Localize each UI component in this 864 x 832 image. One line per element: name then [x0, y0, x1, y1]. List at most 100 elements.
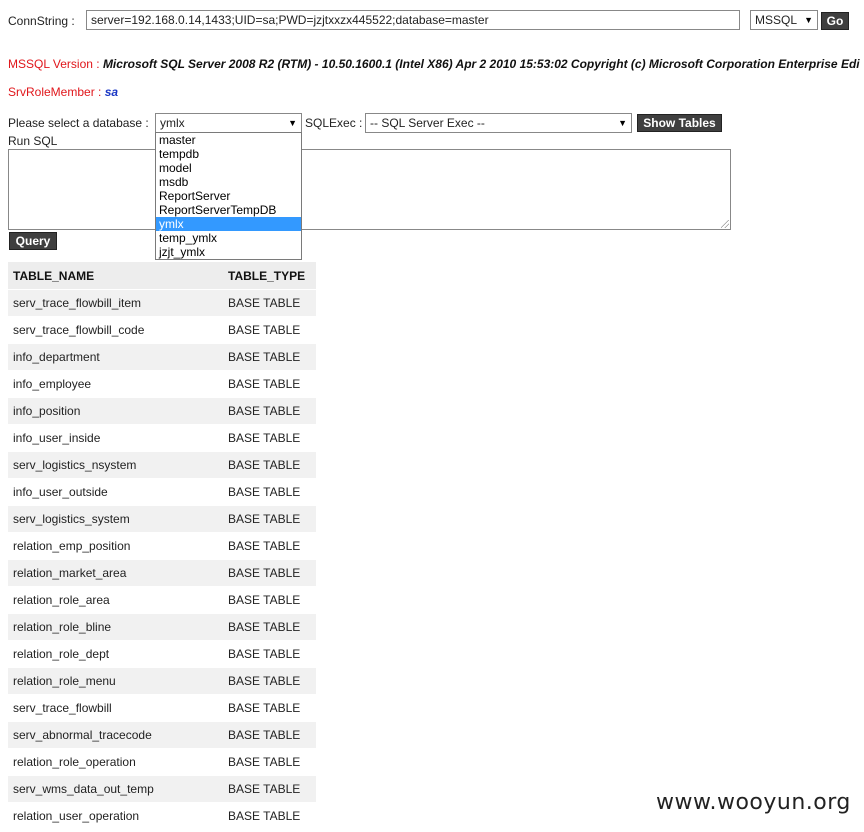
table-row: serv_trace_flowbill_item BASE TABLE [8, 289, 316, 317]
cell-table-type: BASE TABLE [223, 451, 316, 479]
cell-table-name: info_employee [8, 370, 223, 398]
role-line: SrvRoleMember : sa [8, 85, 118, 99]
column-header-table-type: TABLE_TYPE [223, 262, 316, 290]
cell-table-name: info_user_inside [8, 424, 223, 452]
role-label: SrvRoleMember : [8, 85, 102, 99]
table-row: serv_trace_flowbill_code BASE TABLE [8, 316, 316, 344]
connstring-label: ConnString : [8, 14, 75, 28]
table-row: serv_logistics_system BASE TABLE [8, 505, 316, 533]
database-option[interactable]: ReportServer [156, 189, 301, 203]
database-option[interactable]: temp_ymlx [156, 231, 301, 245]
cell-table-name: serv_abnormal_tracecode [8, 721, 223, 749]
chevron-down-icon: ▼ [618, 118, 627, 128]
role-value: sa [104, 85, 119, 99]
cell-table-name: relation_role_operation [8, 748, 223, 776]
database-option-selected[interactable]: ymlx [156, 217, 301, 231]
table-row: info_position BASE TABLE [8, 397, 316, 425]
cell-table-name: relation_role_area [8, 586, 223, 614]
database-option[interactable]: msdb [156, 175, 301, 189]
table-header-row: TABLE_NAME TABLE_TYPE [8, 262, 316, 290]
cell-table-type: BASE TABLE [223, 505, 316, 533]
cell-table-type: BASE TABLE [223, 478, 316, 506]
cell-table-name: serv_wms_data_out_temp [8, 775, 223, 803]
cell-table-name: relation_emp_position [8, 532, 223, 560]
cell-table-type: BASE TABLE [223, 532, 316, 560]
table-row: serv_abnormal_tracecode BASE TABLE [8, 721, 316, 749]
version-line: MSSQL Version : Microsoft SQL Server 200… [8, 57, 860, 71]
cell-table-type: BASE TABLE [223, 559, 316, 587]
table-row: serv_logistics_nsystem BASE TABLE [8, 451, 316, 479]
sqlexec-selected-value: -- SQL Server Exec -- [370, 116, 485, 130]
table-row: relation_market_area BASE TABLE [8, 559, 316, 587]
cell-table-name: serv_logistics_nsystem [8, 451, 223, 479]
table-row: relation_role_operation BASE TABLE [8, 748, 316, 776]
cell-table-type: BASE TABLE [223, 289, 316, 317]
table-row: relation_role_dept BASE TABLE [8, 640, 316, 668]
run-sql-label: Run SQL [8, 134, 58, 148]
query-button[interactable]: Query [9, 232, 57, 250]
cell-table-type: BASE TABLE [223, 694, 316, 722]
cell-table-name: serv_trace_flowbill_item [8, 289, 223, 317]
cell-table-type: BASE TABLE [223, 667, 316, 695]
table-row: info_employee BASE TABLE [8, 370, 316, 398]
cell-table-name: info_user_outside [8, 478, 223, 506]
cell-table-type: BASE TABLE [223, 424, 316, 452]
table-row: serv_trace_flowbill BASE TABLE [8, 694, 316, 722]
connstring-input[interactable]: server=192.168.0.14,1433;UID=sa;PWD=jzjt… [86, 10, 740, 30]
cell-table-name: relation_market_area [8, 559, 223, 587]
cell-table-type: BASE TABLE [223, 721, 316, 749]
sqlexec-select[interactable]: -- SQL Server Exec -- ▼ [365, 113, 632, 133]
cell-table-name: relation_role_dept [8, 640, 223, 668]
go-button[interactable]: Go [821, 12, 849, 30]
database-select[interactable]: ymlx ▼ [155, 113, 302, 133]
cell-table-type: BASE TABLE [223, 802, 316, 830]
sql-textarea[interactable] [8, 149, 731, 230]
watermark: www.wooyun.org [656, 790, 851, 815]
database-option[interactable]: master [156, 133, 301, 147]
table-row: relation_role_bline BASE TABLE [8, 613, 316, 641]
cell-table-type: BASE TABLE [223, 316, 316, 344]
cell-table-type: BASE TABLE [223, 370, 316, 398]
resize-grip-icon[interactable] [721, 220, 729, 228]
cell-table-type: BASE TABLE [223, 586, 316, 614]
table-row: relation_emp_position BASE TABLE [8, 532, 316, 560]
cell-table-name: relation_role_menu [8, 667, 223, 695]
chevron-down-icon: ▼ [288, 118, 297, 128]
cell-table-name: serv_trace_flowbill [8, 694, 223, 722]
chevron-down-icon: ▼ [804, 15, 813, 25]
database-option[interactable]: tempdb [156, 147, 301, 161]
cell-table-type: BASE TABLE [223, 397, 316, 425]
db-type-value: MSSQL [755, 13, 798, 27]
cell-table-name: relation_role_bline [8, 613, 223, 641]
database-option[interactable]: jzjt_ymlx [156, 245, 301, 259]
version-label: MSSQL Version : [8, 57, 100, 71]
table-row: relation_user_operation BASE TABLE [8, 802, 316, 830]
cell-table-name: serv_logistics_system [8, 505, 223, 533]
cell-table-type: BASE TABLE [223, 775, 316, 803]
db-type-select[interactable]: MSSQL ▼ [750, 10, 818, 30]
cell-table-type: BASE TABLE [223, 748, 316, 776]
results-table: TABLE_NAME TABLE_TYPE serv_trace_flowbil… [8, 262, 316, 830]
table-row: serv_wms_data_out_temp BASE TABLE [8, 775, 316, 803]
database-dropdown-list[interactable]: master tempdb model msdb ReportServer Re… [155, 132, 302, 260]
cell-table-name: serv_trace_flowbill_code [8, 316, 223, 344]
cell-table-type: BASE TABLE [223, 613, 316, 641]
cell-table-name: info_position [8, 397, 223, 425]
sqlexec-label: SQLExec : [305, 116, 363, 130]
column-header-table-name: TABLE_NAME [8, 262, 223, 290]
table-row: info_user_inside BASE TABLE [8, 424, 316, 452]
table-row: info_user_outside BASE TABLE [8, 478, 316, 506]
cell-table-type: BASE TABLE [223, 343, 316, 371]
database-label: Please select a database : [8, 116, 149, 130]
table-row: relation_role_area BASE TABLE [8, 586, 316, 614]
database-option[interactable]: model [156, 161, 301, 175]
cell-table-type: BASE TABLE [223, 640, 316, 668]
database-selected-value: ymlx [160, 116, 185, 130]
version-value: Microsoft SQL Server 2008 R2 (RTM) - 10.… [102, 57, 860, 71]
database-option[interactable]: ReportServerTempDB [156, 203, 301, 217]
table-row: relation_role_menu BASE TABLE [8, 667, 316, 695]
table-row: info_department BASE TABLE [8, 343, 316, 371]
show-tables-button[interactable]: Show Tables [637, 114, 722, 132]
cell-table-name: info_department [8, 343, 223, 371]
cell-table-name: relation_user_operation [8, 802, 223, 830]
